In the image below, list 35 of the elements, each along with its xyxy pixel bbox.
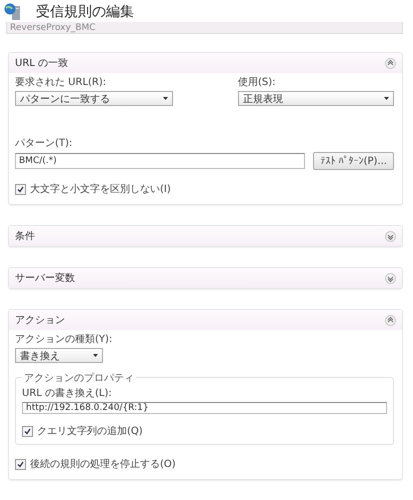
page-title: 受信規則の編集 <box>36 3 134 21</box>
field-label: アクションの種類(Y): <box>15 332 114 346</box>
section-header[interactable]: 条件 <box>9 226 402 246</box>
section-title: 条件 <box>15 230 35 243</box>
field-label: URL の書き換え(L): <box>22 386 113 400</box>
section-header[interactable]: サーバー変数 <box>9 268 402 288</box>
field-label: パターン(T): <box>15 137 74 150</box>
section-title: URL の一致 <box>15 57 68 70</box>
field-label: 使用(S): <box>238 76 277 89</box>
checkbox[interactable] <box>15 184 26 194</box>
dropdown[interactable]: 書き換え <box>15 348 103 363</box>
dropdown[interactable]: パターンに一致する <box>15 91 173 106</box>
section-header[interactable]: URL の一致 <box>9 53 402 73</box>
test-pattern-button[interactable]: ﾃｽﾄ ﾊﾟﾀｰﾝ(P)... <box>313 152 394 170</box>
field-label: 要求された URL(R): <box>15 76 108 89</box>
checkbox-label: クエリ文字列の追加(Q) <box>37 424 143 438</box>
expand-icon[interactable] <box>385 272 396 284</box>
checkbox-label: 後続の規則の処理を停止する(O) <box>30 458 176 471</box>
caret-icon <box>93 354 98 357</box>
pattern-field[interactable]: BMC/(.*) <box>15 153 306 169</box>
checkbox-label: 大文字と小文字を区別しない(I) <box>30 182 171 196</box>
collapse-icon[interactable] <box>385 58 396 68</box>
caret-icon <box>163 97 168 100</box>
checkbox[interactable] <box>15 458 26 470</box>
section-title: アクション <box>15 314 65 327</box>
dropdown[interactable]: 正規表現 <box>238 91 394 106</box>
collapse-icon[interactable] <box>385 314 396 326</box>
section-title: サーバー変数 <box>15 272 75 285</box>
expand-icon[interactable] <box>385 230 396 242</box>
rewrite-url-field[interactable]: http://192.168.0.240/{R:1} <box>22 402 387 414</box>
caret-icon <box>384 97 389 100</box>
globe-server-icon <box>4 3 22 21</box>
group-title: アクションのプロパティ <box>22 371 136 385</box>
section-header[interactable]: アクション <box>9 310 402 330</box>
checkbox[interactable] <box>22 426 33 436</box>
